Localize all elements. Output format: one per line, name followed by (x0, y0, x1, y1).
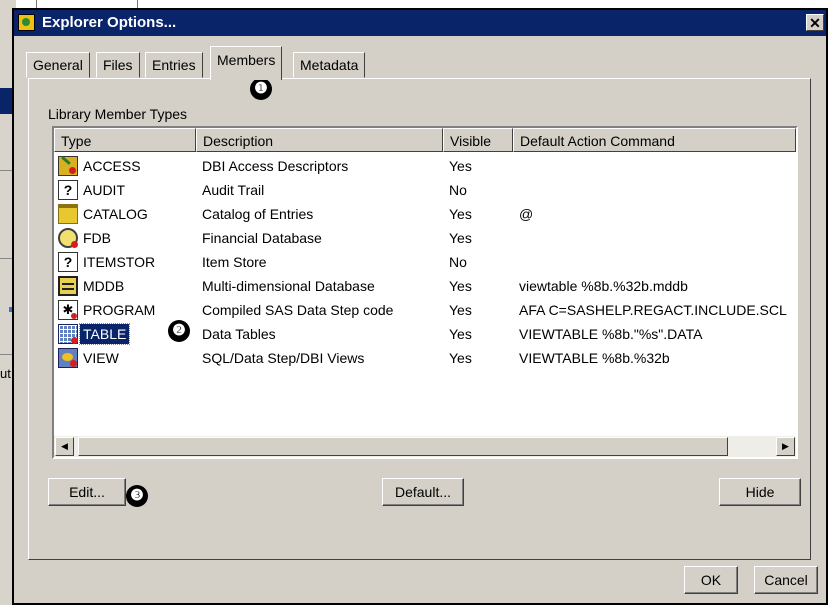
row-description: SQL/Data Step/DBI Views (202, 350, 365, 366)
row-description: Catalog of Entries (202, 206, 314, 222)
row-command: VIEWTABLE %8b."%s".DATA (519, 326, 703, 342)
program-icon: ✱ (58, 300, 78, 320)
row-visible: Yes (449, 206, 472, 222)
row-visible: Yes (449, 158, 472, 174)
callout-3: ❸ (126, 485, 148, 507)
table-row[interactable]: ✱ PROGRAM Compiled SAS Data Step code Yes… (54, 298, 796, 322)
row-description: DBI Access Descriptors (202, 158, 349, 174)
row-visible: No (449, 182, 467, 198)
table-row[interactable]: VIEW SQL/Data Step/DBI Views Yes VIEWTAB… (54, 346, 796, 370)
sas-explorer-icon (18, 14, 35, 31)
group-label: Library Member Types (48, 106, 188, 122)
mddb-icon (58, 276, 78, 296)
tab-members[interactable]: Members (210, 46, 283, 80)
access-icon (58, 156, 78, 176)
table-row[interactable]: ? ITEMSTOR Item Store No (54, 250, 796, 274)
row-visible: No (449, 254, 467, 270)
fdb-icon (58, 228, 78, 248)
background-cell (36, 0, 138, 8)
row-command: viewtable %8b.%32b.mddb (519, 278, 688, 294)
tab-entries[interactable]: Entries (145, 52, 203, 78)
row-visible: Yes (449, 302, 472, 318)
cancel-button[interactable]: Cancel (754, 566, 818, 594)
row-description: Compiled SAS Data Step code (202, 302, 394, 318)
table-row-selected[interactable]: TABLE Data Tables Yes VIEWTABLE %8b."%s"… (54, 322, 796, 346)
row-description: Multi-dimensional Database (202, 278, 375, 294)
row-description: Financial Database (202, 230, 322, 246)
row-description: Data Tables (202, 326, 276, 342)
close-icon[interactable]: ✕ (806, 14, 824, 31)
scroll-thumb[interactable] (78, 437, 728, 456)
title-bar[interactable]: Explorer Options... ✕ (14, 10, 826, 36)
folder-icon (58, 204, 78, 224)
row-type: ACCESS (83, 158, 141, 174)
unknown-type-icon: ? (58, 180, 78, 200)
row-description: Item Store (202, 254, 267, 270)
row-type: MDDB (83, 278, 125, 294)
row-type: PROGRAM (83, 302, 156, 318)
row-command: AFA C=SASHELP.REGACT.INCLUDE.SCL (519, 302, 787, 318)
table-row[interactable]: CATALOG Catalog of Entries Yes @ (54, 202, 796, 226)
row-type: TABLE (78, 323, 131, 345)
column-header-visible[interactable]: Visible (443, 128, 513, 152)
callout-2: ❷ (168, 320, 190, 342)
scroll-left-icon[interactable]: ◀ (55, 437, 74, 456)
background-text: ut (0, 366, 11, 381)
row-type: CATALOG (83, 206, 148, 222)
unknown-type-icon: ? (58, 252, 78, 272)
default-button[interactable]: Default... (382, 478, 464, 506)
horizontal-scrollbar[interactable]: ◀ ▶ (54, 436, 796, 457)
column-header-description[interactable]: Description (196, 128, 443, 152)
row-command: VIEWTABLE %8b.%32b (519, 350, 670, 366)
row-type: ITEMSTOR (83, 254, 156, 270)
row-description: Audit Trail (202, 182, 265, 198)
tab-files[interactable]: Files (96, 52, 140, 78)
row-type: AUDIT (83, 182, 125, 198)
table-row[interactable]: ? AUDIT Audit Trail No (54, 178, 796, 202)
table-row[interactable]: MDDB Multi-dimensional Database Yes view… (54, 274, 796, 298)
scroll-right-icon[interactable]: ▶ (776, 437, 795, 456)
row-command: @ (519, 206, 534, 222)
row-visible: Yes (449, 326, 472, 342)
column-header-type[interactable]: Type (54, 128, 196, 152)
edit-button[interactable]: Edit... (48, 478, 126, 506)
dialog-title: Explorer Options... (42, 14, 177, 31)
column-header-default-action[interactable]: Default Action Command (513, 128, 796, 152)
row-visible: Yes (449, 350, 472, 366)
member-types-list[interactable]: Type Description Visible Default Action … (52, 126, 798, 459)
table-row[interactable]: ACCESS DBI Access Descriptors Yes (54, 154, 796, 178)
table-row[interactable]: FDB Financial Database Yes (54, 226, 796, 250)
explorer-options-dialog: Explorer Options... ✕ General Files Entr… (12, 8, 828, 605)
tab-general[interactable]: General (26, 52, 90, 78)
tab-metadata[interactable]: Metadata (293, 52, 366, 78)
list-header: Type Description Visible Default Action … (54, 128, 796, 152)
hide-button[interactable]: Hide (719, 478, 801, 506)
row-type: FDB (83, 230, 111, 246)
table-icon (58, 324, 78, 344)
row-visible: Yes (449, 278, 472, 294)
background-window-edge (0, 0, 828, 8)
ok-button[interactable]: OK (684, 566, 738, 594)
row-visible: Yes (449, 230, 472, 246)
view-icon (58, 348, 78, 368)
row-type: VIEW (83, 350, 119, 366)
